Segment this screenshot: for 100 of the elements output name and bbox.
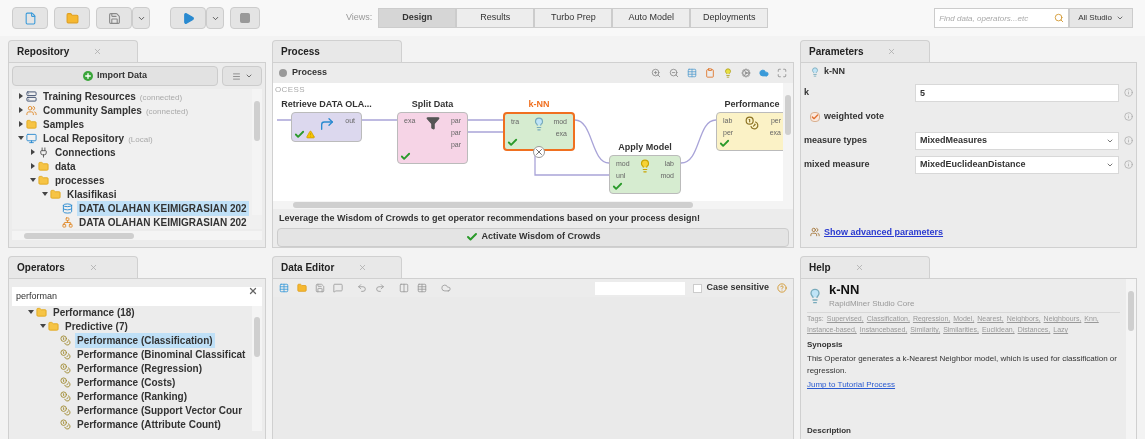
caret-icon[interactable] [19,93,23,99]
scope-dropdown[interactable]: All Studio [1069,8,1133,28]
canvas-label: OCESS [275,84,305,96]
tree-item[interactable]: Performance (Classification) [75,332,215,348]
play-icon [181,11,195,25]
run-button[interactable] [170,7,206,29]
columns-icon[interactable] [399,283,409,293]
scrollbar[interactable] [783,83,793,201]
view-tab[interactable]: Turbo Prep [534,8,613,28]
view-tab[interactable]: Design [378,8,457,28]
operator-search-field[interactable]: performan [12,286,262,306]
parameter-label: mixed measure [804,157,871,171]
folder-icon [65,11,79,25]
redo-icon[interactable] [375,283,385,293]
view-tab[interactable]: Results [456,8,535,28]
view-tab[interactable]: Deployments [690,8,769,28]
stop-button[interactable] [230,7,260,29]
save-icon[interactable] [315,283,325,293]
tree-item[interactable]: Performance (Support Vector Cour [75,402,245,418]
info-icon[interactable] [1124,88,1133,97]
info-icon[interactable] [1124,112,1133,121]
info-icon[interactable] [1124,160,1133,169]
breadcrumb[interactable]: Process [292,66,328,80]
tree-item[interactable]: Klasifikasi [65,186,119,202]
run-menu-button[interactable] [206,7,224,29]
panel-tab[interactable]: Process [272,40,402,62]
cloud-icon[interactable] [759,68,769,78]
table-icon[interactable] [417,283,427,293]
cloud-icon[interactable] [441,283,451,293]
lightbulb-icon[interactable] [723,68,733,78]
comment-icon[interactable] [333,283,343,293]
tree-item[interactable]: processes [53,172,107,188]
table-icon[interactable] [687,68,697,78]
advanced-parameters-link[interactable]: Show advanced parameters [824,225,944,239]
tree-item[interactable]: Training Resources (connected) [41,89,185,104]
tree-item[interactable]: Performance (18) [51,305,137,320]
save-button[interactable] [96,7,132,29]
import-data-button[interactable]: Import Data [12,66,218,86]
new-process-button[interactable] [12,7,48,29]
parameter-dropdown[interactable]: MixedMeasures [915,131,1119,150]
tree-item[interactable]: Performance (Costs) [75,374,178,390]
case-sensitive-checkbox[interactable]: Case sensitive [693,281,769,295]
scrollbar[interactable] [252,305,262,431]
clear-icon[interactable] [248,286,258,296]
caret-icon[interactable] [18,136,24,140]
tree-item[interactable]: DATA OLAHAN KEIMIGRASIAN 202 [77,214,249,229]
coins-icon [60,362,71,374]
folder-icon [48,320,59,332]
caret-icon [1116,14,1124,22]
save-menu-button[interactable] [132,7,150,29]
maximize-icon[interactable] [777,68,787,78]
scrollbar[interactable] [252,89,262,215]
scrollbar[interactable] [12,231,262,240]
panel-tab[interactable]: Repository [8,40,138,62]
parameter-dropdown[interactable]: MixedEuclideanDistance [915,155,1119,174]
panel-tab[interactable]: Operators [8,256,138,278]
open-button[interactable] [54,7,90,29]
view-tab[interactable]: Auto Model [612,8,691,28]
close-icon[interactable] [358,263,368,272]
tutorial-link[interactable]: Jump to Tutorial Process [807,379,1120,392]
menu-icon [231,71,241,81]
tree-item[interactable]: Performance (Ranking) [75,388,190,404]
tree-item[interactable]: Samples [41,116,87,132]
tree-item[interactable]: Performance (Binominal Classificat [75,346,248,362]
folder-icon[interactable] [297,283,307,293]
gear-icon[interactable] [741,68,751,78]
parameter-input[interactable]: 5 [915,83,1119,102]
data-icon [62,202,73,214]
close-icon[interactable] [887,47,897,56]
zoom-in-icon[interactable] [651,68,661,78]
close-icon[interactable] [854,263,864,272]
node-title: Split Data [411,98,454,111]
table-icon[interactable] [279,283,289,293]
help-icon[interactable] [777,283,787,293]
tree-item[interactable]: Performance (Regression) [75,360,205,376]
clipboard-icon[interactable] [705,68,715,78]
close-icon[interactable] [93,47,103,56]
tree-item[interactable]: Performance (Attribute Count) [75,416,223,431]
info-icon[interactable] [1124,136,1133,145]
repository-menu-button[interactable] [222,66,262,86]
views-label: Views: [346,11,373,25]
tree-item[interactable]: Community Samples (connected) [41,102,191,118]
node-title: Apply Model [618,141,672,154]
tree-item[interactable]: data [53,158,78,174]
close-icon[interactable] [88,263,98,272]
tree-item[interactable]: Predictive (7) [63,318,130,334]
zoom-out-icon[interactable] [669,68,679,78]
tree-item[interactable]: Connections [53,144,118,160]
caret-icon[interactable] [31,149,35,155]
undo-icon[interactable] [357,283,367,293]
scrollbar[interactable] [273,201,793,209]
caret-icon[interactable] [19,107,23,113]
panel-tab[interactable]: Parameters [800,40,930,62]
people-icon [26,104,37,116]
tree-item[interactable]: DATA OLAHAN KEIMIGRASIAN 202 [77,200,249,216]
parameter-checkbox[interactable]: weighted vote [804,109,1119,124]
scrollbar[interactable] [1126,279,1136,439]
panel-tab[interactable]: Help [800,256,930,278]
activate-wisdom-button[interactable]: Activate Wisdom of Crowds [277,227,789,247]
panel-tab[interactable]: Data Editor [272,256,402,278]
